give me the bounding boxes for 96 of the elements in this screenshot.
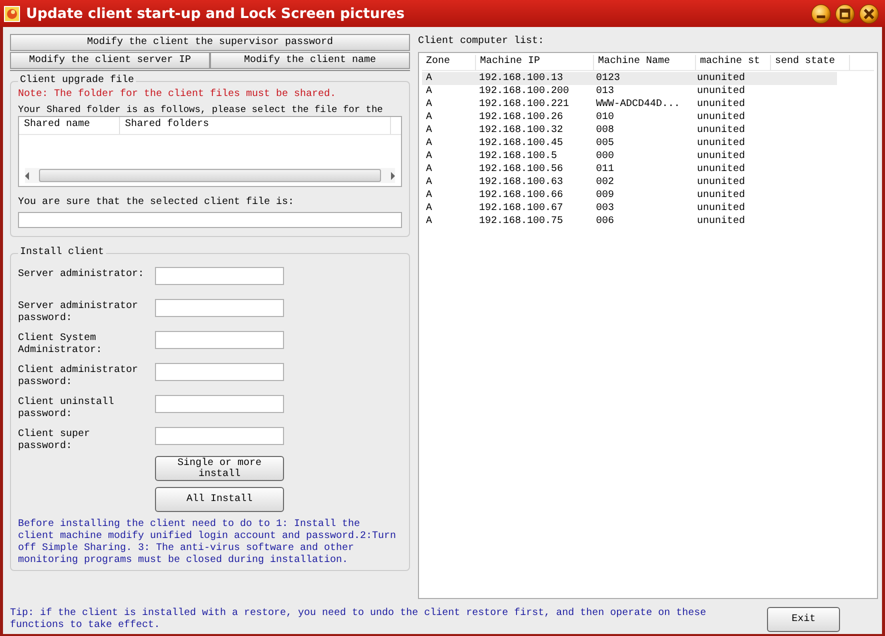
table-cell-text: 192.168.100.66 — [478, 189, 564, 202]
table-cell-text: 002 — [595, 176, 616, 189]
table-cell-text: A — [425, 111, 434, 124]
table-cell-text: ununited — [696, 85, 746, 98]
table-cell-text: 192.168.100.56 — [478, 163, 564, 176]
field-label: Client administrator password: — [18, 365, 140, 389]
group-title: Install client — [19, 247, 106, 259]
table-cell-text: A — [425, 176, 434, 189]
minimize-icon — [811, 4, 831, 24]
table-cell-text: A — [425, 85, 434, 98]
table-cell-text: 003 — [595, 202, 616, 215]
group-title: Client upgrade file — [19, 75, 136, 87]
column-header[interactable]: Zone — [422, 55, 476, 70]
table-cell-text: 192.168.100.13 — [478, 72, 564, 85]
input-field[interactable] — [155, 267, 284, 285]
table-cell-text: ununited — [696, 150, 746, 163]
function-button[interactable]: Modify the client server IP — [10, 52, 210, 69]
tip-text: Tip: if the client is installed with a restore, you need to undo the client restore first, and then operate on these functions to take effect. — [10, 608, 708, 632]
column-header[interactable]: Shared name — [19, 117, 120, 134]
table-cell-text: A — [425, 150, 434, 163]
shared-folder-table[interactable]: Shared name Shared folders — [18, 116, 402, 187]
table-cell-text: 192.168.100.75 — [478, 215, 564, 228]
column-header[interactable]: Machine Name — [594, 55, 696, 70]
table-cell-text: 192.168.100.200 — [478, 85, 570, 98]
table-cell-text: 011 — [595, 163, 616, 176]
table-cell-text: ununited — [696, 72, 746, 85]
table-cell-text: 006 — [595, 215, 616, 228]
selected-row-highlight[interactable]: A 192.168.100.13 0123 ununited — [422, 72, 837, 85]
table-cell-text: WWW-ADCD44D... — [595, 98, 682, 111]
table-cell-text: ununited — [696, 163, 746, 176]
table-cell-text: 192.168.100.221 — [478, 98, 570, 111]
input-field[interactable] — [155, 299, 284, 317]
table-cell-text: A — [425, 202, 434, 215]
close-icon — [859, 4, 879, 24]
table-cell-text: 192.168.100.45 — [478, 137, 564, 150]
table-cell-text: 192.168.100.67 — [478, 202, 564, 215]
scroll-left-icon[interactable] — [25, 172, 29, 180]
maximize-button[interactable] — [835, 4, 855, 24]
close-button[interactable] — [859, 4, 879, 24]
table-cell-text: ununited — [696, 124, 746, 137]
field-label: Client super password: — [18, 429, 92, 453]
exit-button[interactable]: Exit — [767, 607, 840, 632]
window-title: Update client start-up and Lock Screen pictures — [26, 6, 406, 22]
table-cell-text: 009 — [595, 189, 616, 202]
table-cell-text: 010 — [595, 111, 616, 124]
table-cell-text: 192.168.100.32 — [478, 124, 564, 137]
field-label: Server administrator password: — [18, 301, 140, 325]
minimize-button[interactable] — [811, 4, 831, 24]
table-cell-text: 192.168.100.5 — [478, 150, 558, 163]
column-header[interactable]: machine st — [696, 55, 771, 70]
table-cell-text: 005 — [595, 137, 616, 150]
list-label: Client computer list: — [418, 36, 546, 48]
table-cell-text: ununited — [696, 176, 746, 189]
field-label: Client System Administrator: — [18, 333, 104, 357]
function-button[interactable]: Modify the client the supervisor password — [10, 34, 410, 51]
install-button[interactable]: All Install — [155, 487, 284, 512]
instruction-text: Your Shared folder is as follows, please select the file for the — [18, 104, 384, 116]
table-cell-text: ununited — [696, 98, 746, 111]
field-label: Client uninstall password: — [18, 397, 116, 421]
table-cell-text: 192.168.100.63 — [478, 176, 564, 189]
confirm-label: You are sure that the selected client file is: — [18, 197, 296, 209]
table-cell-text: A — [425, 189, 434, 202]
install-button[interactable]: Single or more install — [155, 456, 284, 481]
horizontal-scrollbar[interactable] — [25, 168, 395, 183]
table-cell-text: 192.168.100.26 — [478, 111, 564, 124]
field-label: Server administrator: — [18, 269, 146, 281]
maximize-icon — [835, 4, 855, 24]
table-cell-text: A — [425, 98, 434, 111]
table-cell-text: ununited — [696, 189, 746, 202]
table-cell-text: A — [425, 72, 434, 85]
instruction-text: Before installing the client need to do to 1: Install the client machine modify unified login account and password.2:Turn off Simple Sharing. 3: The anti-virus software and other monitoring programs must be closed during installation. — [18, 519, 398, 567]
column-header[interactable]: Shared folders — [120, 117, 391, 134]
table-cell-text: ununited — [696, 202, 746, 215]
selected-file-field[interactable] — [18, 212, 402, 228]
table-cell-text: ununited — [696, 137, 746, 150]
function-button[interactable]: Modify the client name — [210, 52, 410, 69]
scroll-right-icon[interactable] — [391, 172, 395, 180]
table-cell-text: ununited — [696, 111, 746, 124]
table-cell-text: 000 — [595, 150, 616, 163]
table-cell-text: A — [425, 137, 434, 150]
column-header[interactable]: Machine IP — [476, 55, 594, 70]
app-icon — [4, 6, 20, 22]
input-field[interactable] — [155, 331, 284, 349]
table-cell-text: ununited — [696, 215, 746, 228]
column-header[interactable]: send state — [771, 55, 850, 70]
table-cell-text: 008 — [595, 124, 616, 137]
table-cell-text: A — [425, 215, 434, 228]
table-cell-text: A — [425, 163, 434, 176]
input-field[interactable] — [155, 363, 284, 381]
input-field[interactable] — [155, 427, 284, 445]
client-list[interactable] — [418, 52, 878, 599]
table-cell-text: 013 — [595, 85, 616, 98]
table-cell-text: 0123 — [595, 72, 622, 85]
note-text: Note: The folder for the client files must be shared. — [18, 89, 338, 101]
table-cell-text: A — [425, 124, 434, 137]
input-field[interactable] — [155, 395, 284, 413]
